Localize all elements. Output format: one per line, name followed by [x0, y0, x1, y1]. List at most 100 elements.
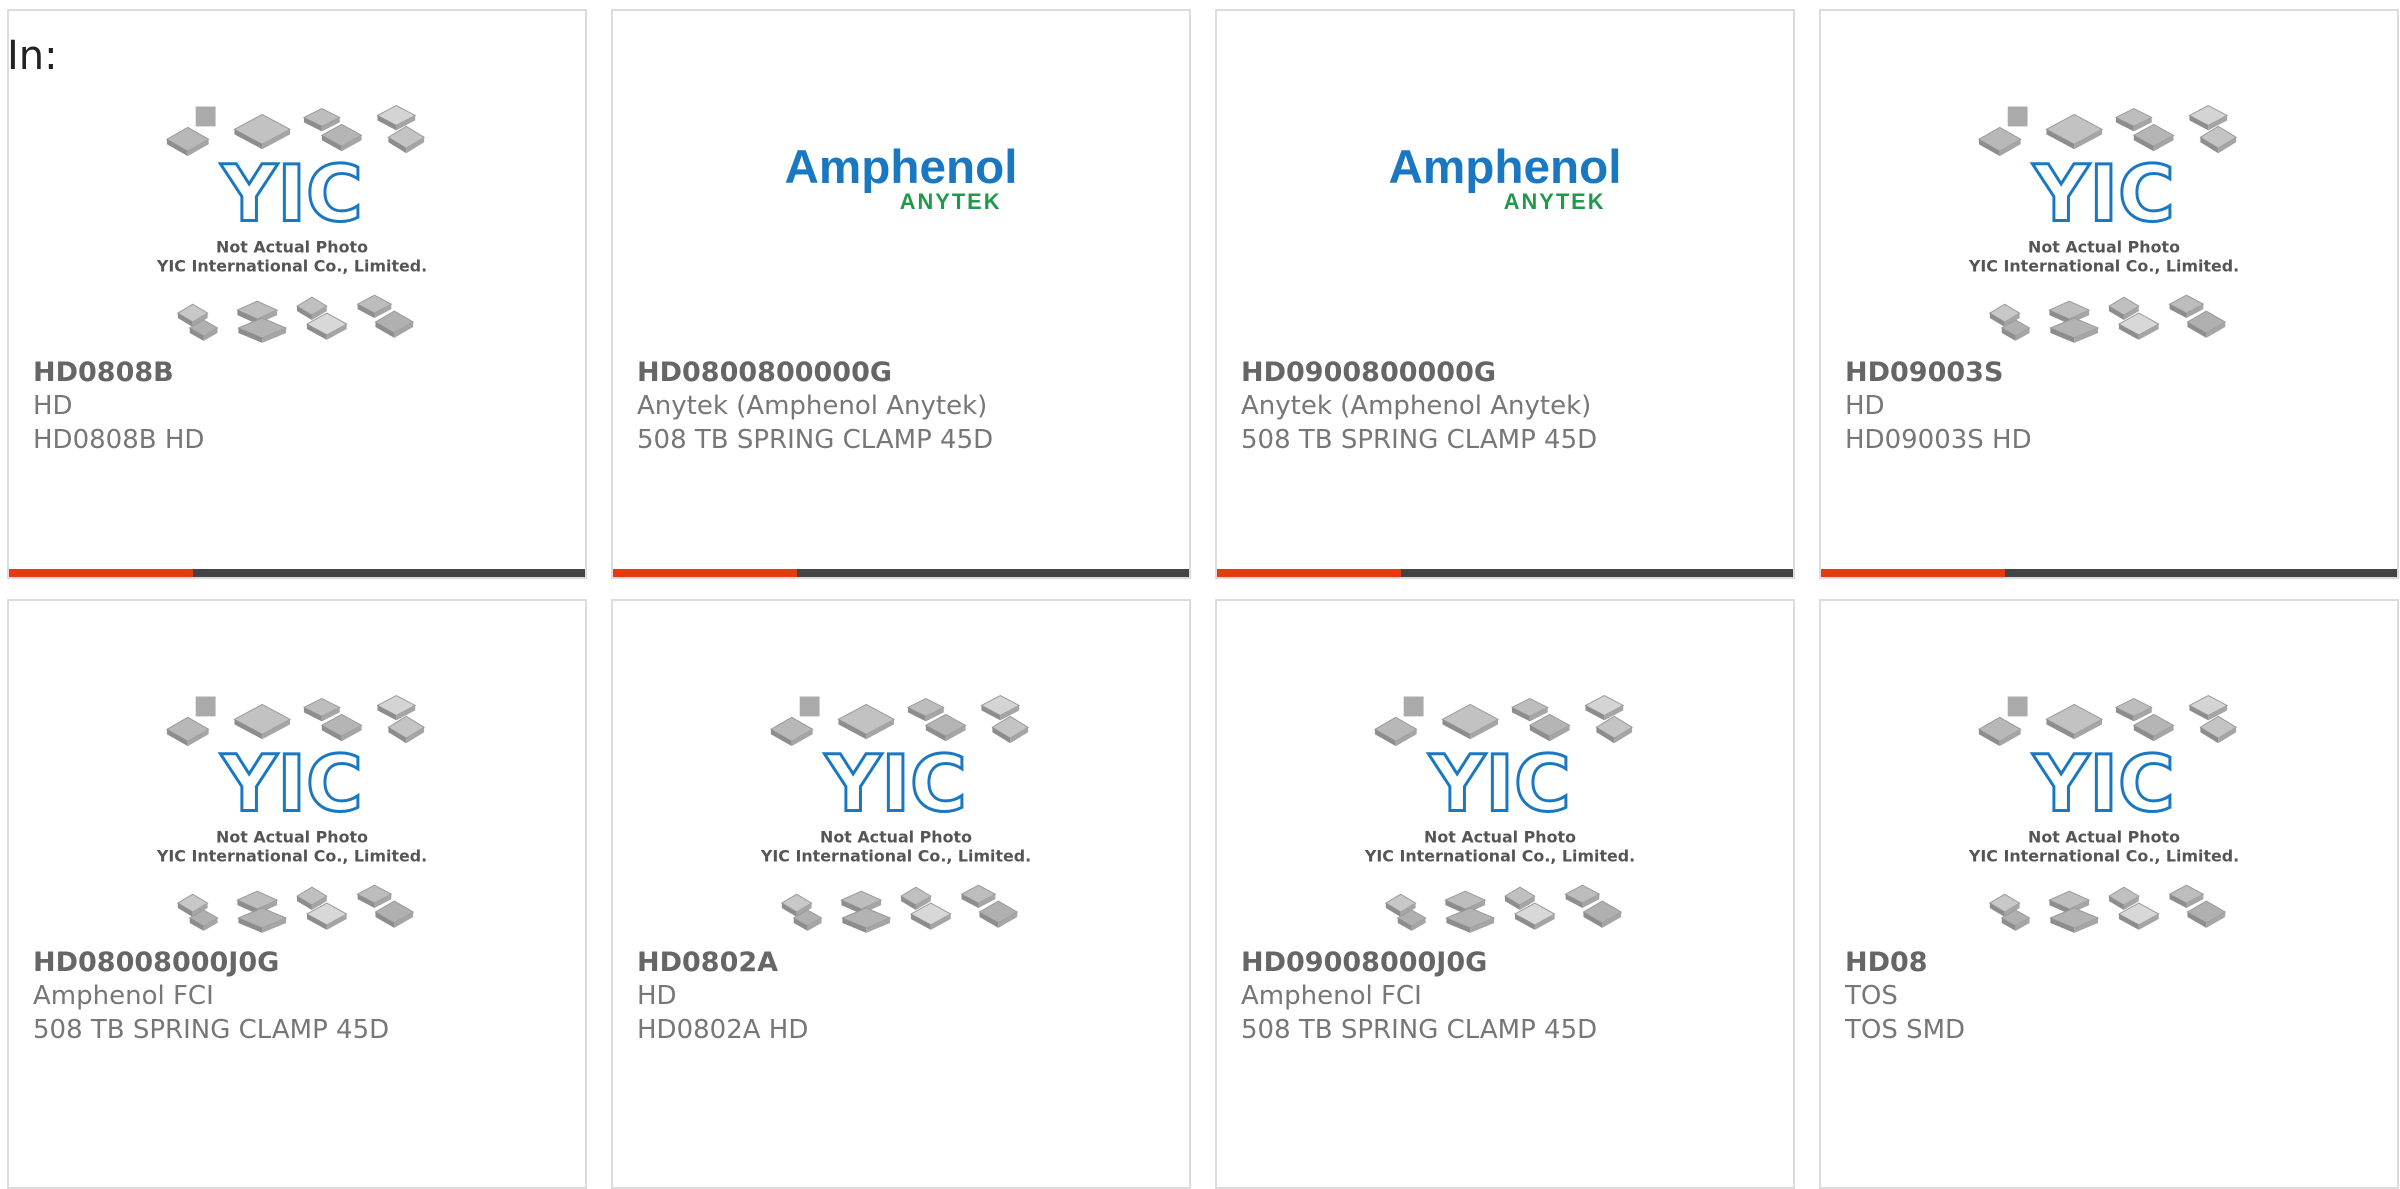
- product-card[interactable]: Amphenol ANYTEK HD0900800000G Anytek (Amp…: [1215, 9, 1795, 579]
- product-card[interactable]: YIC Not Actual Photo YIC International Co.…: [7, 599, 587, 1189]
- yic-logo-icon: YIC: [1428, 740, 1571, 830]
- chip-icon: [2007, 696, 2028, 717]
- chip-icon: [978, 900, 1019, 928]
- placeholder-caption: YIC International Co., Limited.: [760, 846, 1031, 865]
- chip-icon: [195, 696, 216, 717]
- chip-icon: [1528, 713, 1571, 742]
- part-number[interactable]: HD0808B: [33, 357, 174, 388]
- chip-icon: [2168, 884, 2205, 909]
- chip-icon: [320, 123, 363, 152]
- placeholder-image: YICNot Actual PhotoYIC International Co.…: [1364, 694, 1635, 933]
- yic-logo-icon: YIC: [2032, 740, 2175, 830]
- amphenol-logo-image: AmphenolANYTEK: [785, 141, 1018, 214]
- chip-icon: [165, 126, 210, 157]
- product-card[interactable]: YIC Not Actual Photo YIC International Co.…: [1215, 599, 1795, 1189]
- chip-icon: [237, 317, 288, 343]
- chip-icon: [387, 715, 426, 744]
- filter-label: In:: [7, 33, 58, 79]
- chip-icon: [2188, 104, 2229, 131]
- chip-icon: [1403, 696, 1424, 717]
- chip-icon: [1564, 884, 1601, 909]
- part-number[interactable]: HD08008000J0G: [33, 947, 279, 978]
- anytek-logo-icon: ANYTEK: [1504, 189, 1606, 214]
- card-bottom-bar: [1217, 569, 1793, 577]
- card-bottom-bar: [9, 569, 585, 577]
- chip-icon: [769, 716, 814, 747]
- placeholder-caption: YIC International Co., Limited.: [156, 256, 427, 275]
- placeholder-caption: Not Actual Photo: [1424, 828, 1576, 847]
- chip-icon: [2132, 713, 2175, 742]
- placeholder-image: YICNot Actual PhotoYIC International Co.…: [1968, 694, 2239, 933]
- placeholder-caption: YIC International Co., Limited.: [1364, 846, 1635, 865]
- chip-icon: [356, 294, 393, 319]
- yic-logo-icon: YIC: [220, 150, 363, 240]
- placeholder-caption: Not Actual Photo: [820, 828, 972, 847]
- chip-icon: [1977, 126, 2022, 157]
- placeholder-image: YICNot Actual PhotoYIC International Co.…: [156, 104, 427, 343]
- chip-icon: [374, 900, 415, 928]
- description: 508 TB SPRING CLAMP 45D: [1241, 425, 1598, 455]
- product-card[interactable]: YIC Not Actual Photo YIC International Co.…: [611, 599, 1191, 1189]
- chip-icon: [2186, 900, 2227, 928]
- placeholder-image: YICNot Actual PhotoYIC International Co.…: [1968, 104, 2239, 343]
- product-card[interactable]: YIC Not Actual Photo YIC International Co.…: [1819, 9, 2399, 579]
- chip-icon: [960, 884, 997, 909]
- card-bottom-bar: [613, 569, 1189, 577]
- yic-logo-icon: YIC: [824, 740, 967, 830]
- manufacturer: TOS: [1845, 981, 1898, 1011]
- chip-icon: [233, 703, 292, 740]
- manufacturer: HD: [1845, 391, 1885, 421]
- chip-icon: [2049, 317, 2100, 343]
- chip-icon: [320, 713, 363, 742]
- part-number[interactable]: HD08: [1845, 947, 1928, 978]
- chip-icon: [1584, 694, 1625, 721]
- description: HD0802A HD: [637, 1015, 809, 1045]
- manufacturer: Amphenol FCI: [33, 981, 214, 1011]
- chip-icon: [237, 907, 288, 933]
- amphenol-logo-icon: Amphenol: [1389, 141, 1622, 194]
- amphenol-logo-icon: Amphenol: [785, 141, 1018, 194]
- chip-icon: [2045, 703, 2104, 740]
- description: 508 TB SPRING CLAMP 45D: [637, 425, 994, 455]
- placeholder-caption: Not Actual Photo: [216, 238, 368, 257]
- chip-icon: [376, 694, 417, 721]
- chip-icon: [233, 113, 292, 150]
- part-number[interactable]: HD0802A: [637, 947, 778, 978]
- part-number[interactable]: HD09008000J0G: [1241, 947, 1487, 978]
- chip-icon: [837, 703, 896, 740]
- chip-icon: [1441, 703, 1500, 740]
- chip-icon: [195, 106, 216, 127]
- manufacturer: Anytek (Amphenol Anytek): [637, 391, 988, 421]
- chip-icon: [2132, 123, 2175, 152]
- description: 508 TB SPRING CLAMP 45D: [33, 1015, 390, 1045]
- product-card[interactable]: Amphenol ANYTEK HD0800800000G Anytek (Amp…: [611, 9, 1191, 579]
- part-number[interactable]: HD09003S: [1845, 357, 2003, 388]
- chip-icon: [2199, 125, 2238, 154]
- placeholder-caption: Not Actual Photo: [2028, 828, 2180, 847]
- manufacturer: Amphenol FCI: [1241, 981, 1422, 1011]
- chip-icon: [799, 696, 820, 717]
- description: HD0808B HD: [33, 425, 205, 455]
- product-card[interactable]: YIC Not Actual Photo YIC International Co.…: [7, 9, 587, 579]
- amphenol-logo-image: AmphenolANYTEK: [1389, 141, 1622, 214]
- chip-icon: [980, 694, 1021, 721]
- part-number[interactable]: HD0900800000G: [1241, 357, 1496, 388]
- placeholder-caption: YIC International Co., Limited.: [156, 846, 427, 865]
- description: HD09003S HD: [1845, 425, 2032, 455]
- placeholder-caption: YIC International Co., Limited.: [1968, 846, 2239, 865]
- chip-icon: [1595, 715, 1634, 744]
- manufacturer: Anytek (Amphenol Anytek): [1241, 391, 1592, 421]
- placeholder-caption: Not Actual Photo: [2028, 238, 2180, 257]
- chip-icon: [2168, 294, 2205, 319]
- manufacturer: HD: [33, 391, 73, 421]
- placeholder-image: YICNot Actual PhotoYIC International Co.…: [760, 694, 1031, 933]
- product-card[interactable]: YIC Not Actual Photo YIC International Co.…: [1819, 599, 2399, 1189]
- description: 508 TB SPRING CLAMP 45D: [1241, 1015, 1598, 1045]
- card-bottom-bar: [1821, 569, 2397, 577]
- part-number[interactable]: HD0800800000G: [637, 357, 892, 388]
- chip-icon: [1977, 716, 2022, 747]
- description: TOS SMD: [1845, 1015, 1966, 1045]
- placeholder-image: YICNot Actual PhotoYIC International Co.…: [156, 694, 427, 933]
- chip-icon: [356, 884, 393, 909]
- chip-icon: [991, 715, 1030, 744]
